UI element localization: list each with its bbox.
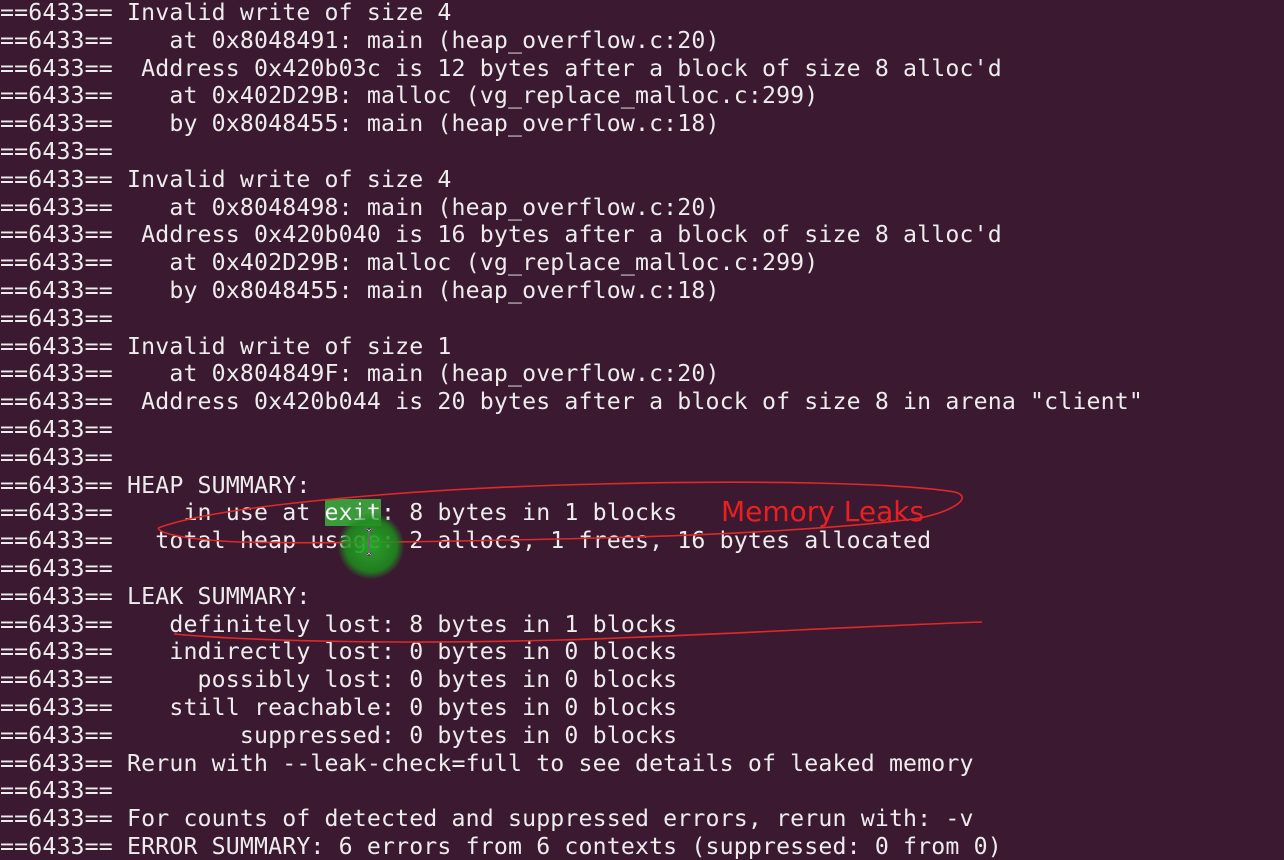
terminal-line: ==6433== at 0x8048498: main (heap_overfl… — [0, 194, 720, 222]
line-text: Address 0x420b040 is 16 bytes after a bl… — [112, 221, 1002, 249]
valgrind-pid-prefix: ==6433== — [0, 443, 113, 471]
valgrind-pid-prefix: ==6433== — [0, 527, 113, 555]
line-text: suppressed: 0 bytes in 0 blocks — [112, 721, 678, 749]
terminal-line: ==6433== still reachable: 0 bytes in 0 b… — [0, 694, 677, 722]
terminal-line: ==6433== LEAK SUMMARY: — [0, 583, 310, 611]
line-text: Address 0x420b044 is 20 bytes after a bl… — [112, 388, 1143, 416]
line-text: in use at — [112, 499, 325, 527]
memory-leaks-annotation-label: Memory Leaks — [721, 495, 925, 528]
terminal-line: ==6433== — [0, 305, 113, 333]
terminal-line: ==6433== suppressed: 0 bytes in 0 blocks — [0, 722, 677, 750]
valgrind-pid-prefix: ==6433== — [0, 138, 113, 165]
terminal-window[interactable]: ==6433== Invalid write of size 4 ==6433==… — [0, 0, 1284, 860]
valgrind-pid-prefix: ==6433== — [0, 833, 113, 860]
valgrind-pid-prefix: ==6433== — [0, 193, 113, 221]
line-text: HEAP SUMMARY: — [112, 471, 311, 499]
valgrind-pid-prefix: ==6433== — [0, 221, 113, 249]
line-text: at 0x402D29B: malloc (vg_replace_malloc.… — [112, 82, 819, 110]
terminal-line: ==6433== at 0x804849F: main (heap_overfl… — [0, 360, 720, 388]
line-text: possibly lost: 0 bytes in 0 blocks — [112, 666, 678, 694]
valgrind-pid-prefix: ==6433== — [0, 694, 113, 721]
line-text: Rerun with --leak-check=full to see deta… — [112, 749, 974, 777]
line-text: by 0x8048455: main (heap_overflow.c:18) — [112, 110, 720, 138]
valgrind-pid-prefix: ==6433== — [0, 54, 113, 82]
valgrind-pid-prefix: ==6433== — [0, 721, 113, 749]
terminal-line: ==6433== Address 0x420b040 is 16 bytes a… — [0, 221, 1002, 249]
line-text: by 0x8048455: main (heap_overflow.c:18) — [112, 277, 720, 304]
line-text: indirectly lost: 0 bytes in 0 blocks — [112, 638, 678, 666]
line-text: Invalid write of size 4 — [112, 165, 452, 193]
line-text: at 0x8048491: main (heap_overflow.c:20) — [112, 26, 720, 54]
terminal-line: ==6433== by 0x8048455: main (heap_overfl… — [0, 110, 720, 138]
line-text: at 0x804849F: main (heap_overflow.c:20) — [112, 360, 720, 388]
terminal-line: ==6433== — [0, 138, 113, 166]
terminal-line: ==6433== at 0x402D29B: malloc (vg_replac… — [0, 82, 818, 110]
valgrind-pid-prefix: ==6433== — [0, 666, 113, 694]
valgrind-pid-prefix: ==6433== — [0, 388, 113, 416]
valgrind-pid-prefix: ==6433== — [0, 638, 113, 666]
valgrind-pid-prefix: ==6433== — [0, 332, 113, 360]
valgrind-pid-prefix: ==6433== — [0, 304, 113, 332]
terminal-line: ==6433== — [0, 555, 113, 583]
line-text: : 8 bytes in 1 blocks — [381, 499, 678, 527]
valgrind-pid-prefix: ==6433== — [0, 26, 113, 54]
valgrind-pid-prefix: ==6433== — [0, 610, 113, 638]
terminal-line: ==6433== For counts of detected and supp… — [0, 805, 974, 833]
line-text: definitely lost: 8 bytes in 1 blocks — [112, 610, 678, 638]
terminal-line: ==6433== Rerun with --leak-check=full to… — [0, 750, 974, 778]
line-text: LEAK SUMMARY: — [112, 582, 311, 610]
terminal-line: ==6433== possibly lost: 0 bytes in 0 blo… — [0, 666, 677, 694]
terminal-line: ==6433== ERROR SUMMARY: 6 errors from 6 … — [0, 833, 1002, 860]
valgrind-pid-prefix: ==6433== — [0, 360, 113, 388]
valgrind-pid-prefix: ==6433== — [0, 471, 113, 499]
valgrind-pid-prefix: ==6433== — [0, 499, 113, 527]
valgrind-pid-prefix: ==6433== — [0, 555, 113, 582]
terminal-line: ==6433== by 0x8048455: main (heap_overfl… — [0, 277, 720, 305]
valgrind-pid-prefix: ==6433== — [0, 805, 113, 833]
valgrind-pid-prefix: ==6433== — [0, 416, 113, 443]
terminal-line: ==6433== HEAP SUMMARY: — [0, 472, 310, 500]
terminal-line: ==6433== Invalid write of size 4 — [0, 0, 452, 27]
line-text: Invalid write of size 4 — [112, 0, 452, 26]
terminal-line: ==6433== indirectly lost: 0 bytes in 0 b… — [0, 638, 677, 666]
line-text: at 0x8048498: main (heap_overflow.c:20) — [112, 193, 720, 221]
line-text: at 0x402D29B: malloc (vg_replace_malloc.… — [112, 249, 819, 277]
terminal-line: ==6433== at 0x402D29B: malloc (vg_replac… — [0, 249, 818, 277]
valgrind-pid-prefix: ==6433== — [0, 582, 113, 610]
line-text: Address 0x420b03c is 12 bytes after a bl… — [112, 54, 1002, 82]
terminal-line: ==6433== — [0, 444, 113, 472]
terminal-line: ==6433== — [0, 416, 113, 444]
terminal-line: ==6433== definitely lost: 8 bytes in 1 b… — [0, 611, 677, 639]
terminal-line: ==6433== at 0x8048491: main (heap_overfl… — [0, 27, 720, 55]
valgrind-pid-prefix: ==6433== — [0, 777, 113, 805]
valgrind-pid-prefix: ==6433== — [0, 749, 113, 777]
line-text: total heap usage: 2 allocs, 1 frees, 16 … — [112, 527, 932, 555]
terminal-line: ==6433== Address 0x420b03c is 12 bytes a… — [0, 55, 1002, 83]
valgrind-pid-prefix: ==6433== — [0, 249, 113, 277]
terminal-line: ==6433== in use at exit: 8 bytes in 1 bl… — [0, 499, 677, 527]
terminal-line: ==6433== Invalid write of size 1 — [0, 333, 452, 361]
valgrind-pid-prefix: ==6433== — [0, 165, 113, 193]
terminal-line: ==6433== Address 0x420b044 is 20 bytes a… — [0, 388, 1143, 416]
valgrind-pid-prefix: ==6433== — [0, 82, 113, 110]
terminal-line: ==6433== Invalid write of size 4 — [0, 166, 452, 194]
terminal-line: ==6433== total heap usage: 2 allocs, 1 f… — [0, 527, 931, 555]
line-text: Invalid write of size 1 — [112, 332, 452, 360]
terminal-line: ==6433== — [0, 777, 113, 805]
line-text: For counts of detected and suppressed er… — [112, 805, 974, 833]
valgrind-pid-prefix: ==6433== — [0, 277, 113, 304]
line-text: ERROR SUMMARY: 6 errors from 6 contexts … — [112, 833, 1002, 860]
valgrind-pid-prefix: ==6433== — [0, 110, 113, 138]
i-beam-cursor-icon — [364, 528, 374, 556]
line-text: still reachable: 0 bytes in 0 blocks — [112, 694, 678, 721]
valgrind-pid-prefix: ==6433== — [0, 0, 113, 26]
